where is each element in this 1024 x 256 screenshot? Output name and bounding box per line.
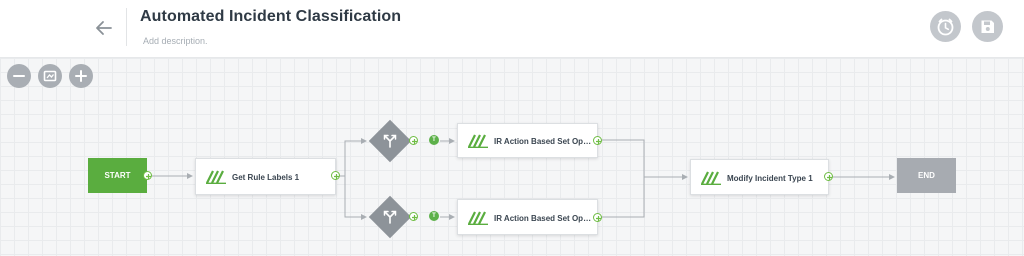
plus-icon — [596, 139, 601, 144]
plus-icon — [596, 216, 601, 221]
node-label: IR Action Based Set Oper... — [494, 214, 594, 223]
action-node[interactable]: IR Action Based Set Oper... — [457, 123, 598, 158]
node-output-port[interactable] — [593, 213, 602, 222]
decision-output-port[interactable] — [409, 136, 418, 145]
node-output-port[interactable] — [593, 136, 602, 145]
end-node[interactable]: END — [897, 158, 956, 193]
decision-output-port[interactable] — [409, 212, 418, 221]
node-label: Get Rule Labels 1 — [232, 173, 300, 182]
branch-icon — [383, 134, 397, 148]
true-branch-badge[interactable]: T — [429, 135, 439, 145]
plus-icon — [334, 174, 339, 179]
plus-icon — [412, 139, 417, 144]
action-logo-icon — [701, 171, 721, 185]
plus-icon — [827, 175, 832, 180]
start-node[interactable]: START — [88, 158, 147, 193]
plus-icon — [146, 174, 151, 179]
plus-icon — [412, 215, 417, 220]
action-logo-icon — [206, 170, 226, 184]
branch-icon — [383, 210, 397, 224]
start-output-port[interactable] — [143, 171, 152, 180]
true-branch-badge[interactable]: T — [429, 211, 439, 221]
action-logo-icon — [468, 134, 488, 148]
node-output-port[interactable] — [331, 171, 340, 180]
action-node[interactable]: IR Action Based Set Oper... — [457, 199, 598, 235]
action-node[interactable]: Get Rule Labels 1 — [195, 158, 336, 195]
action-node[interactable]: Modify Incident Type 1 — [690, 159, 829, 195]
node-label: Modify Incident Type 1 — [727, 174, 813, 183]
action-logo-icon — [468, 211, 488, 225]
node-label: IR Action Based Set Oper... — [494, 137, 594, 146]
node-output-port[interactable] — [824, 172, 833, 181]
